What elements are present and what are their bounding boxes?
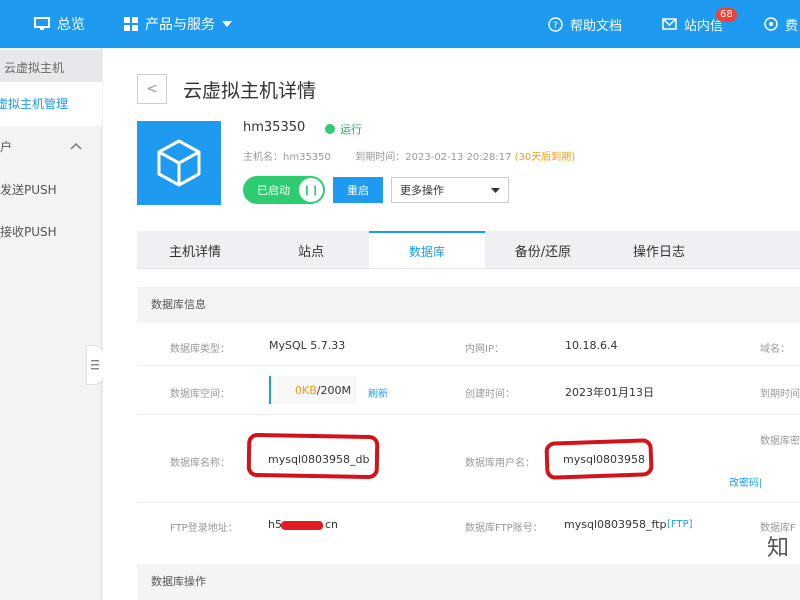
sidebar-item-send-push[interactable]: 发送PUSH xyxy=(0,178,102,202)
ftp-address-label: FTP登录地址： xyxy=(170,523,238,534)
ftp-address-suffix: cn xyxy=(325,518,339,531)
restart-button[interactable]: 重启 xyxy=(333,177,383,203)
space-usage: 0KB/200M xyxy=(269,376,357,404)
sidebar-item-receive-push[interactable]: 接收PUSH xyxy=(0,220,102,244)
back-button[interactable]: < xyxy=(137,74,167,104)
db-type-value: MySQL 5.7.33 xyxy=(269,339,346,352)
created-value: 2023年01月13日 xyxy=(565,386,654,399)
db-info-header: 数据库信息 xyxy=(137,287,800,323)
expire-label: 到期时间： xyxy=(355,152,406,163)
redaction-mark xyxy=(281,521,323,530)
more-operations-label: 更多操作 xyxy=(400,184,444,197)
expire-note: (30天后到期) xyxy=(514,152,576,163)
host-label: 主机名： xyxy=(243,152,283,163)
tab-sites[interactable]: 站点 xyxy=(253,231,369,269)
fee-icon xyxy=(764,17,778,31)
sidebar-item-host-manage[interactable]: 虚拟主机管理 xyxy=(0,82,102,126)
svg-text:?: ? xyxy=(553,21,558,31)
question-icon: ? xyxy=(548,16,563,32)
row-divider xyxy=(137,365,800,366)
mail-icon xyxy=(662,18,677,30)
ftp-account-value: mysql0803958_ftp xyxy=(564,518,667,531)
cube-icon xyxy=(157,139,201,187)
db-name-label: 数据库名称： xyxy=(170,458,230,469)
tab-database[interactable]: 数据库 xyxy=(369,231,485,269)
page-title: 云虚拟主机详情 xyxy=(183,80,317,102)
db-password-label: 数据库密 xyxy=(760,436,800,447)
expire-label-right: 到期时间 xyxy=(760,389,800,400)
domain-label: 域名： xyxy=(760,344,790,355)
ip-label: 内网IP： xyxy=(465,344,504,355)
nav-products-label: 产品与服务 xyxy=(145,17,215,33)
status-badge: 运行 xyxy=(325,121,362,137)
highlight-annotation xyxy=(246,432,380,480)
highlight-annotation xyxy=(544,438,654,480)
status-dot-icon xyxy=(325,124,335,134)
sidebar-collapse-handle[interactable] xyxy=(86,345,104,385)
ftp-address-prefix: h5 xyxy=(268,518,282,531)
power-toggle[interactable]: 已启动 ❙❙ xyxy=(243,176,325,204)
chevron-up-icon xyxy=(70,142,82,150)
sidebar-section-title: 云虚拟主机 xyxy=(0,50,102,86)
nav-fee[interactable]: 费 xyxy=(764,0,798,48)
nav-overview[interactable]: 总览 xyxy=(34,0,85,48)
db-ops-header: 数据库操作 xyxy=(137,564,800,600)
menu-icon xyxy=(91,360,99,370)
sidebar: 云虚拟主机 虚拟主机管理 户 发送PUSH 接收PUSH xyxy=(0,48,102,600)
nav-messages[interactable]: 站内信 xyxy=(662,0,723,48)
tab-backup-restore[interactable]: 备份/还原 xyxy=(485,231,601,269)
host-meta: 主机名：hm35350 到期时间：2023-02-13 20:28:17 (30… xyxy=(243,148,575,163)
ftp-link[interactable]: [FTP] xyxy=(667,519,693,530)
space-label: 数据库空间： xyxy=(170,389,230,400)
space-used: 0KB xyxy=(295,383,317,397)
change-password-link[interactable]: 改密码| xyxy=(729,474,762,489)
pause-icon: ❙❙ xyxy=(299,178,323,202)
more-operations-select[interactable]: 更多操作 xyxy=(391,177,509,203)
ip-value: 10.18.6.4 xyxy=(565,339,618,352)
db-type-label: 数据库类型： xyxy=(170,344,230,355)
nav-overview-label: 总览 xyxy=(57,17,85,33)
expire-value: 2023-02-13 20:28:17 xyxy=(405,152,512,163)
status-label: 运行 xyxy=(340,123,362,136)
messages-count-badge: 68 xyxy=(716,8,737,22)
caret-down-icon xyxy=(491,187,500,193)
tab-operation-log[interactable]: 操作日志 xyxy=(601,231,717,269)
host-avatar xyxy=(137,121,221,205)
sidebar-group-title: 户 xyxy=(0,140,13,154)
row-divider xyxy=(137,502,800,503)
space-total: /200M xyxy=(316,383,351,397)
caret-down-icon xyxy=(222,21,232,27)
created-label: 创建时间： xyxy=(465,389,515,400)
nav-products[interactable]: 产品与服务 xyxy=(124,0,232,48)
watermark: 知 xyxy=(767,536,790,561)
tab-divider xyxy=(137,268,800,269)
refresh-link[interactable]: 刷新 xyxy=(368,385,388,400)
nav-help[interactable]: ? 帮助文档 xyxy=(548,0,622,48)
power-toggle-label: 已启动 xyxy=(257,184,290,197)
monitor-icon xyxy=(34,17,50,30)
host-name: hm35350 xyxy=(243,120,306,135)
db-user-label: 数据库用户名： xyxy=(465,458,535,469)
host-value: hm35350 xyxy=(283,152,331,163)
detail-tabs: 主机详情 站点 数据库 备份/还原 操作日志 xyxy=(137,231,800,269)
nav-fee-label: 费 xyxy=(785,18,799,34)
top-nav-bar: 总览 产品与服务 ? 帮助文档 站内信 68 费 xyxy=(0,0,800,48)
grid-icon xyxy=(124,17,138,31)
main-content: < 云虚拟主机详情 hm35350 运行 主机名：hm35350 到期时间：20… xyxy=(103,48,800,600)
nav-help-label: 帮助文档 xyxy=(570,18,623,34)
sidebar-group[interactable]: 户 xyxy=(0,132,102,162)
tab-host-detail[interactable]: 主机详情 xyxy=(137,231,253,269)
row-divider xyxy=(137,414,800,415)
ftp-account-label: 数据库FTP账号： xyxy=(465,523,543,534)
